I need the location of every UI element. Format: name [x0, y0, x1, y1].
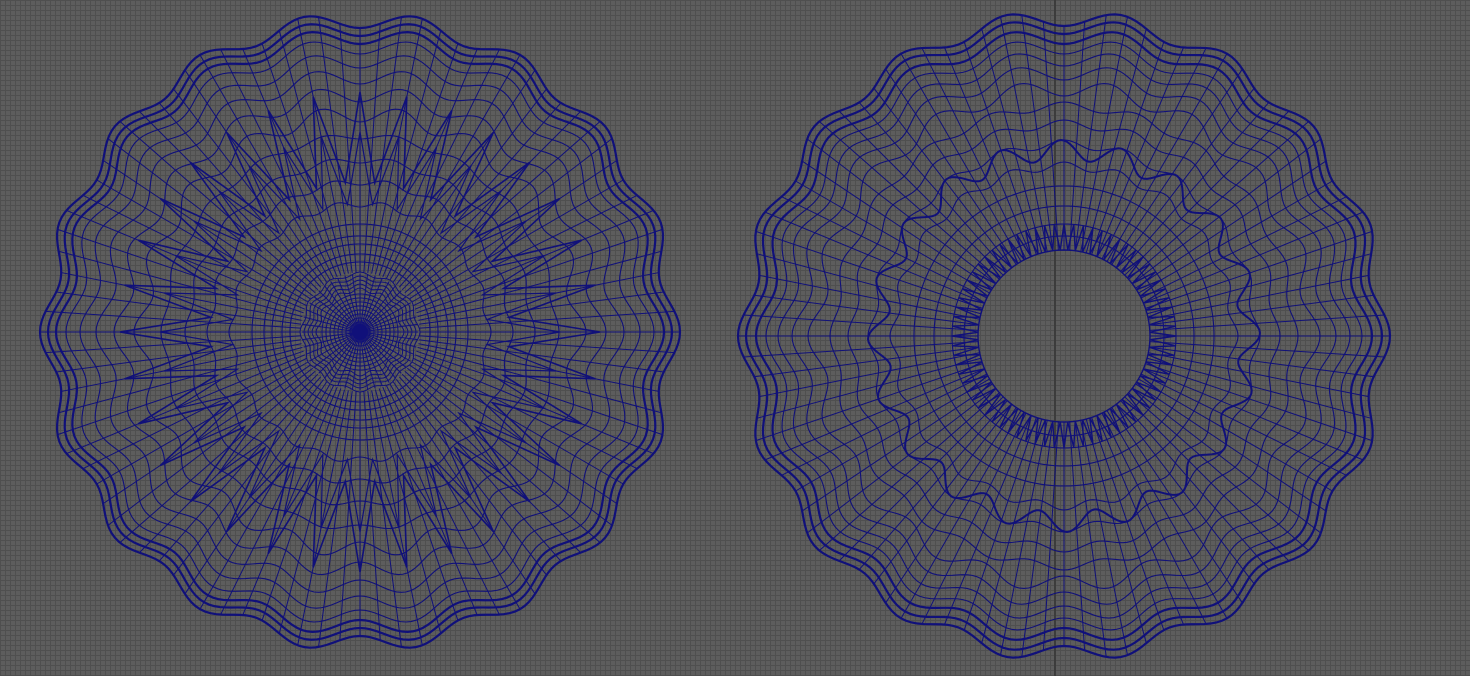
mesh-layer [38, 13, 1392, 659]
wireframe-viewport[interactable] [0, 0, 1470, 676]
right-ring-mesh[interactable] [736, 13, 1392, 659]
left-disc-mesh[interactable] [38, 15, 682, 649]
right-inner-boundary [977, 249, 1151, 423]
left-hub-spokes [301, 273, 419, 391]
right-inner-teeth-loop [951, 223, 1177, 449]
